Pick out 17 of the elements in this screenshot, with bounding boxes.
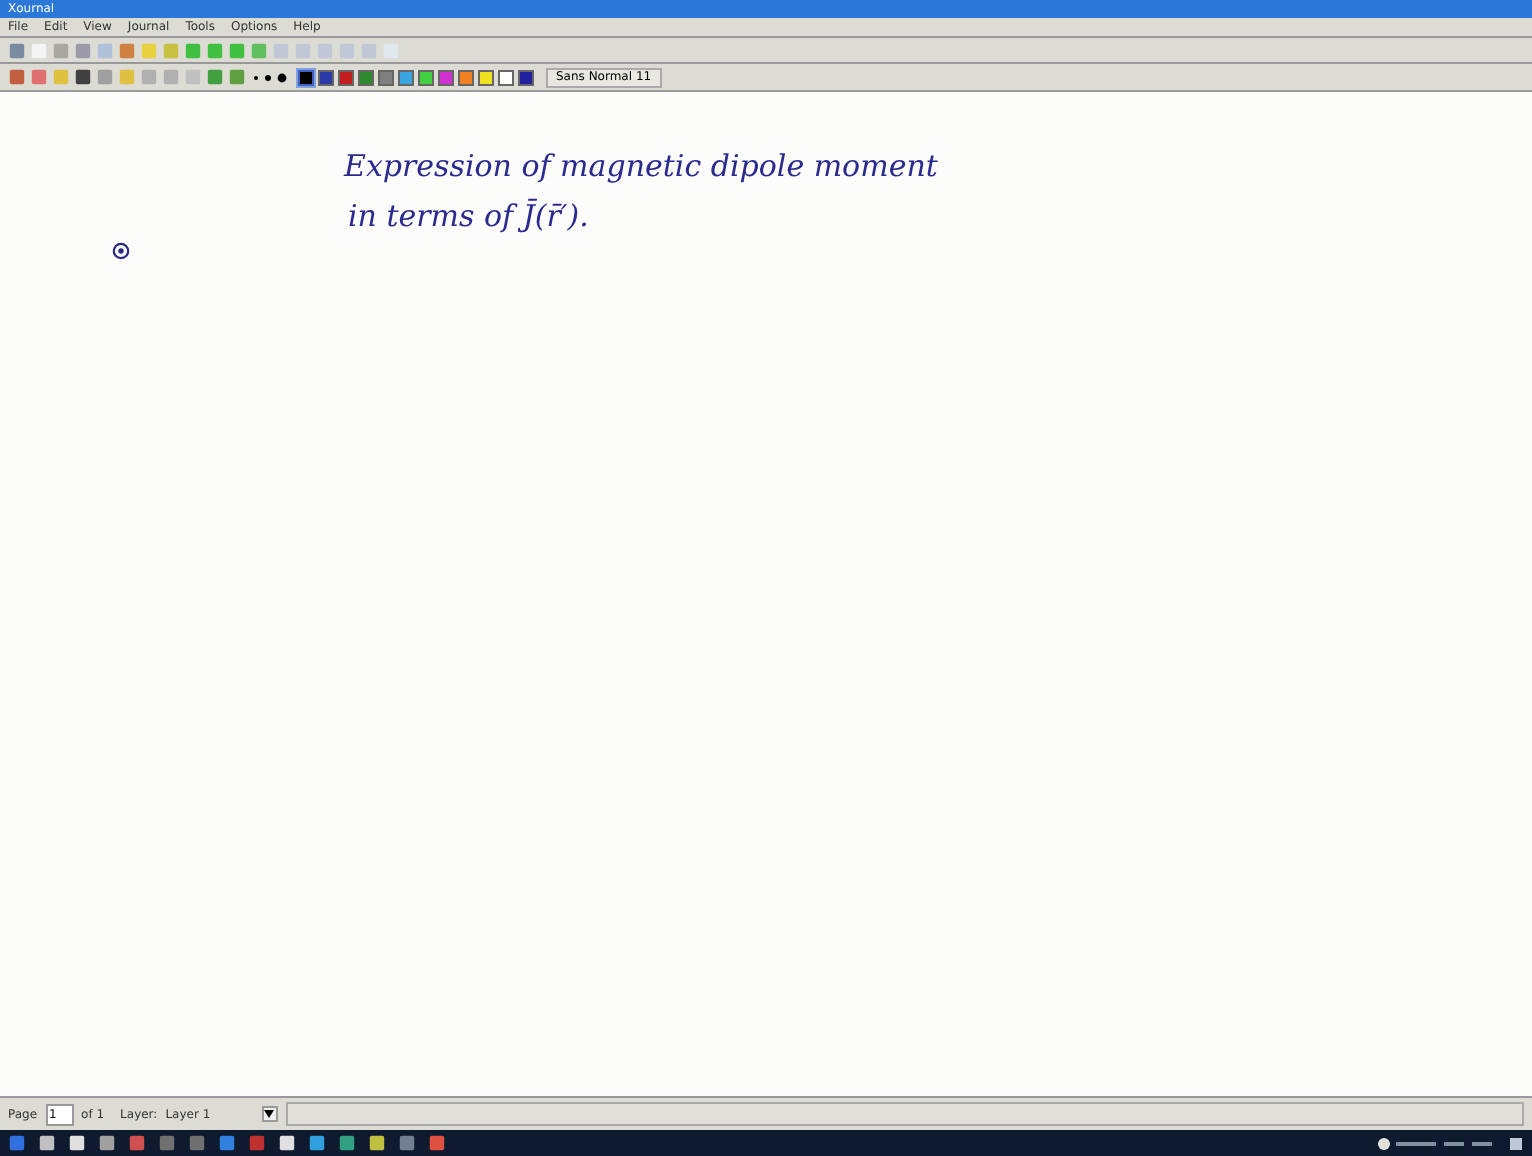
color-swatch[interactable] (358, 69, 374, 85)
notification-icon[interactable] (1508, 1135, 1524, 1151)
color-swatch[interactable] (438, 69, 454, 85)
color-swatch[interactable] (458, 69, 474, 85)
handwritten-text: Expression of magnetic dipole moment (344, 146, 938, 188)
color-swatch[interactable] (398, 69, 414, 85)
color-swatch[interactable] (318, 69, 334, 85)
color-swatch[interactable] (418, 69, 434, 85)
handwritten-text: in terms of J̄(r̄′). (348, 195, 591, 237)
color-swatch[interactable] (478, 69, 494, 85)
color-swatch[interactable] (338, 69, 354, 85)
color-swatch[interactable] (498, 69, 514, 85)
dropdown-icon[interactable] (261, 1106, 278, 1122)
color-swatch[interactable] (298, 69, 314, 85)
color-swatch[interactable] (378, 69, 394, 85)
color-swatch[interactable] (518, 69, 534, 85)
bullet-icon (112, 242, 130, 260)
